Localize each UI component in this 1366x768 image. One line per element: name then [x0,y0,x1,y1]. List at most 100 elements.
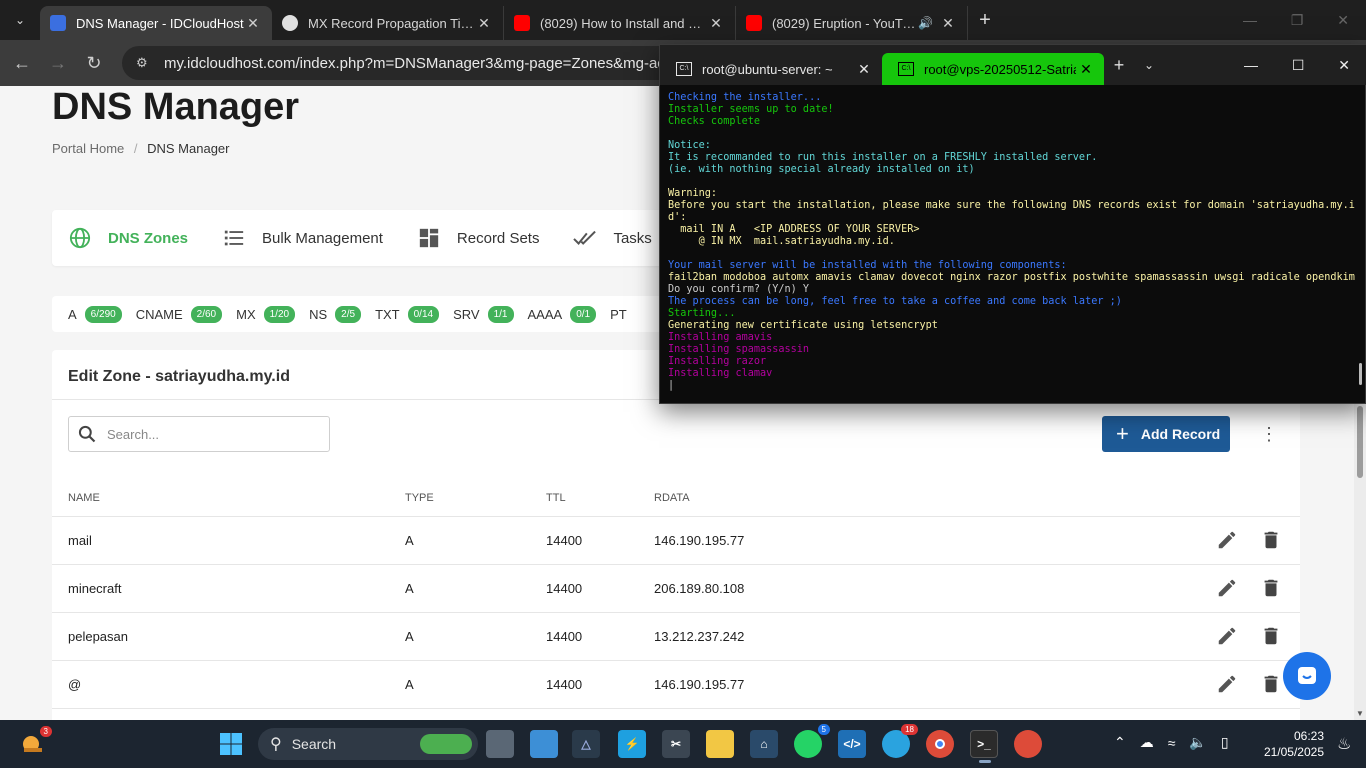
close-icon[interactable]: ✕ [1338,57,1350,74]
back-icon[interactable]: ← [4,53,40,74]
close-tab-icon[interactable]: ✕ [244,15,262,32]
chevron-up-icon[interactable]: ⌃ [1114,734,1126,751]
notification-bell-icon[interactable]: ♨ [1337,734,1351,754]
taskbar-search[interactable]: ⚲ Search [258,728,478,760]
scrollbar-thumb[interactable] [1357,406,1363,478]
site-info-icon[interactable]: ⚙ [136,55,152,71]
forward-icon[interactable]: → [40,53,76,74]
breadcrumb-home-link[interactable]: Portal Home [52,141,124,156]
terminal-output[interactable]: Checking the installer... Installer seems… [668,92,1358,392]
scroll-down-icon[interactable]: ▼ [1354,709,1366,718]
column-type[interactable]: TYPE [405,492,434,504]
double-check-icon [573,226,597,250]
reload-icon[interactable]: ↻ [76,53,112,74]
record-type-ns[interactable]: NS 2/5 [309,305,362,323]
vscode-icon[interactable]: </> [838,730,866,758]
more-options-icon[interactable]: ⋮ [1260,424,1278,444]
nav-tasks[interactable]: Tasks [573,226,652,250]
trash-icon[interactable] [1260,529,1282,554]
column-rdata[interactable]: RDATA [654,492,690,504]
snipping-tool-icon[interactable]: ✂ [662,730,690,758]
nav-dns-zones[interactable]: DNS Zones [68,226,188,250]
start-button[interactable] [219,732,243,761]
wifi-icon[interactable]: ≈ [1168,735,1176,751]
search-input[interactable]: Search... [68,416,330,452]
edit-pencil-icon[interactable] [1216,529,1238,554]
terminal-line: The process can be long, feel free to ta… [668,296,1122,307]
volume-icon[interactable]: 🔈 [1189,734,1206,751]
close-tab-icon[interactable]: ✕ [1076,61,1096,78]
close-tab-icon[interactable]: ✕ [939,15,957,32]
terminal-window[interactable]: C:\ root@ubuntu-server: ~ ✕ C:\ root@vps… [659,44,1366,404]
browser-tab[interactable]: MX Record Propagation Time ✕ [272,6,504,40]
record-type-cname[interactable]: CNAME 2/60 [136,305,223,323]
nav-bulk-management[interactable]: Bulk Management [222,226,383,250]
close-tab-icon[interactable]: ✕ [707,15,725,32]
minimize-icon[interactable]: — [1244,57,1258,74]
taskbar-clock[interactable]: 06:23 21/05/2025 [1258,728,1324,760]
trash-icon[interactable] [1260,577,1282,602]
terminal-tab[interactable]: C:\ root@ubuntu-server: ~ ✕ [660,53,882,85]
record-type-ptr[interactable]: PT [610,307,627,322]
chevron-down-icon[interactable]: ⌄ [1134,58,1164,72]
terminal-scrollbar-thumb[interactable] [1359,363,1362,385]
edit-pencil-icon[interactable] [1216,625,1238,650]
tab-search-chevron-icon[interactable]: ⌄ [0,0,40,40]
chrome-icon[interactable] [926,730,954,758]
nav-label: Record Sets [456,229,540,247]
cube-3d-icon[interactable]: △ [572,730,600,758]
record-type-label: TXT [375,306,400,322]
new-tab-icon[interactable]: + [968,9,1002,32]
record-type-a[interactable]: A 6/290 [68,305,122,323]
trash-icon[interactable] [1260,625,1282,650]
nav-record-sets[interactable]: Record Sets [417,226,540,250]
terminal-line: fail2ban modoboa automx amavis clamav do… [668,272,1355,283]
record-type-txt[interactable]: TXT 0/14 [375,305,440,323]
chrome-profile-icon[interactable] [1014,730,1042,758]
zone-title: Edit Zone - satriayudha.my.id [68,368,290,385]
terminal-line: Installing clamav [668,368,773,379]
record-type-mx[interactable]: MX 1/20 [236,305,296,323]
browser-tab[interactable]: (8029) How to Install and Confi ✕ [504,6,736,40]
record-type-aaaa[interactable]: AAAA 0/1 [528,305,597,323]
power-automate-icon[interactable]: ⚡ [618,730,646,758]
windows-terminal-icon[interactable]: >_ [970,730,998,763]
file-explorer-icon[interactable] [706,730,734,758]
maximize-icon[interactable]: ❐ [1291,12,1304,29]
telegram-icon[interactable]: 18 [882,724,918,758]
whatsapp-icon[interactable]: 5 [794,724,830,758]
browser-tab[interactable]: (8029) Eruption - YouTube 🔊 ✕ [736,6,968,40]
battery-icon[interactable]: ▯ [1221,734,1229,751]
maximize-icon[interactable]: ☐ [1292,57,1305,74]
taskbar-search-label: Search [291,736,337,752]
idcloudhost-favicon-icon [50,15,66,31]
trash-icon[interactable] [1260,673,1282,698]
new-terminal-tab-icon[interactable]: + [1104,55,1134,76]
terminal-tab[interactable]: C:\ root@vps-20250512-Satria ✕ [882,53,1104,85]
record-type-srv[interactable]: SRV 1/1 [453,305,514,323]
search-icon [77,424,97,447]
speaker-icon[interactable]: 🔊 [918,16,933,30]
close-icon[interactable]: ✕ [1337,12,1349,29]
record-name: minecraft [68,581,122,596]
column-ttl[interactable]: TTL [546,492,566,504]
record-count-badge: 1/20 [263,305,296,323]
photos-icon[interactable] [530,730,558,758]
minimize-icon[interactable]: — [1243,12,1257,29]
edit-pencil-icon[interactable] [1216,577,1238,602]
tab-title: DNS Manager - IDCloudHost [76,15,244,31]
close-tab-icon[interactable]: ✕ [854,61,874,78]
add-record-button[interactable]: + Add Record [1102,416,1230,452]
edit-pencil-icon[interactable] [1216,673,1238,698]
task-view-icon[interactable] [486,730,514,758]
home-network-icon[interactable]: ⌂ [750,730,778,758]
weather-widget[interactable]: 3 [18,726,52,758]
browser-tab[interactable]: DNS Manager - IDCloudHost ✕ [40,6,272,40]
column-name[interactable]: NAME [68,492,100,504]
network-warning-icon[interactable]: ☁ [1140,734,1154,751]
chat-widget-button[interactable] [1283,652,1331,700]
close-tab-icon[interactable]: ✕ [475,15,493,32]
browser-window-controls: — ❐ ✕ [1226,12,1366,29]
record-rdata: 146.190.195.77 [654,677,745,692]
